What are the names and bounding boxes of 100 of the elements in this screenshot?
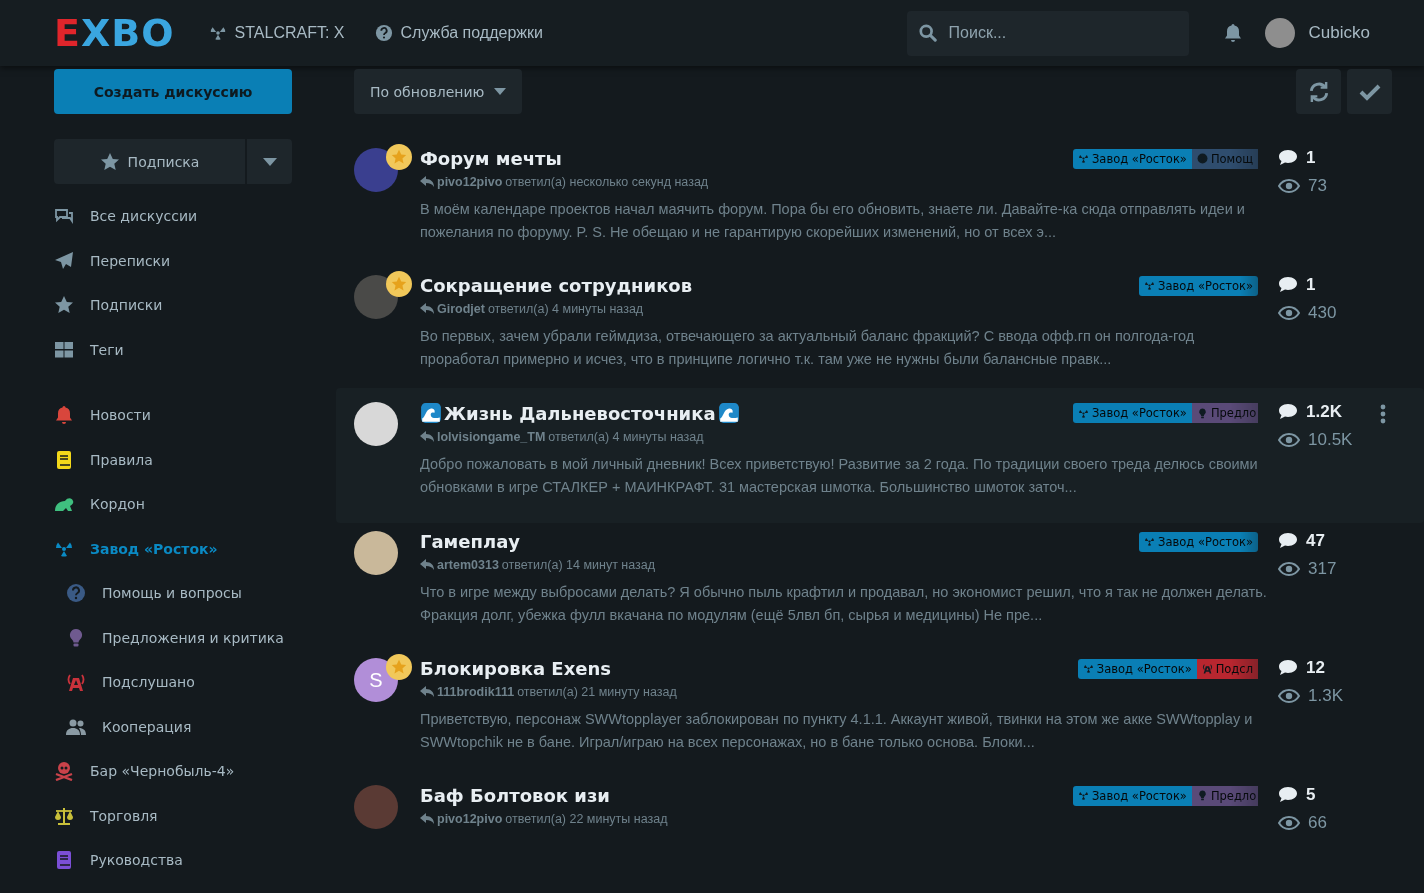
radiation-icon bbox=[1144, 536, 1156, 547]
nav-item[interactable]: Подписки bbox=[54, 283, 292, 328]
reply-icon bbox=[420, 813, 434, 825]
star-icon bbox=[391, 149, 407, 165]
view-count: 73 bbox=[1308, 176, 1327, 196]
discussion-title[interactable]: Жизнь Дальневосточника bbox=[420, 402, 740, 424]
eye-icon bbox=[1278, 306, 1300, 320]
mark-all-read-button[interactable] bbox=[1347, 69, 1392, 114]
username[interactable]: artem0313 bbox=[437, 558, 499, 572]
comment-count: 5 bbox=[1306, 785, 1316, 805]
refresh-icon bbox=[1307, 80, 1330, 103]
dropdown-button[interactable] bbox=[247, 139, 292, 184]
comment-count: 1 bbox=[1306, 275, 1316, 295]
radiation-icon bbox=[1082, 663, 1094, 674]
nav-item[interactable]: Правила bbox=[54, 437, 292, 482]
nav-item[interactable]: Теги bbox=[54, 327, 292, 372]
user-avatar[interactable] bbox=[354, 402, 398, 446]
more-options-icon[interactable] bbox=[1380, 404, 1386, 424]
user-avatar[interactable] bbox=[354, 275, 398, 319]
view-count: 10.5K bbox=[1308, 430, 1353, 450]
discussion-title[interactable]: Сокращение сотрудников bbox=[420, 275, 693, 296]
view-count: 66 bbox=[1308, 813, 1327, 833]
reply-time: ответил(а) 4 минуты назад bbox=[548, 430, 704, 444]
comment-count: 1.2K bbox=[1306, 402, 1342, 422]
bell-icon[interactable] bbox=[1222, 23, 1243, 43]
comment-count: 47 bbox=[1306, 531, 1325, 551]
reply-icon bbox=[420, 686, 434, 698]
nav-item[interactable]: Переписки bbox=[54, 238, 292, 283]
view-count: 1.3K bbox=[1308, 686, 1343, 706]
username[interactable]: pivo12pivo bbox=[437, 175, 503, 189]
lightbulb-icon bbox=[1196, 790, 1208, 801]
discussion-excerpt: В моём календаре проектов начал маячить форум. Пора бы его обновить, знаете ли. Давайте-ка сюда отправлять идеи и пожелания по форуму. P. S. Не обещаю и не гарантирую скорейших изменений, но от всех э... bbox=[420, 200, 1246, 242]
star-icon bbox=[391, 276, 407, 292]
username[interactable]: pivo12pivo bbox=[437, 812, 503, 826]
nav-item[interactable]: Подслушано bbox=[54, 660, 292, 705]
username[interactable]: Girodjet bbox=[437, 302, 485, 316]
discussion-title[interactable]: Форум мечты bbox=[420, 148, 562, 169]
logo[interactable]: EXBO bbox=[54, 14, 175, 52]
nav-item[interactable]: Бар «Чернобыль-4» bbox=[54, 749, 292, 794]
eye-icon bbox=[1278, 433, 1300, 447]
nav-item[interactable]: Предложения и критика bbox=[54, 615, 292, 660]
comment-icon bbox=[1278, 532, 1298, 550]
nav-item[interactable]: Кордон bbox=[54, 482, 292, 527]
reply-icon bbox=[420, 176, 434, 188]
nav-item[interactable]: Новости bbox=[54, 393, 292, 438]
radiation-icon bbox=[1078, 153, 1089, 164]
comment-icon bbox=[1278, 786, 1298, 804]
tag-label[interactable]: Завод «Росток» bbox=[1073, 148, 1192, 169]
header-link[interactable]: Служба поддержки bbox=[374, 24, 543, 42]
subscription-button[interactable]: Подписка bbox=[54, 139, 245, 184]
tag-label[interactable]: Завод «Росток» bbox=[1139, 275, 1258, 296]
user-avatar[interactable] bbox=[354, 148, 398, 192]
discussion-title[interactable]: Баф Болтовок изи bbox=[420, 785, 610, 806]
discussion-title[interactable]: Гамеплау bbox=[420, 531, 521, 552]
radiation-icon bbox=[208, 24, 227, 42]
eye-icon bbox=[1278, 816, 1300, 830]
view-count: 430 bbox=[1308, 303, 1337, 323]
discussion-excerpt: Приветствую, персонаж SWWtopplayer заблокирован по пункту 4.1.1. Аккаунт живой, твинки на этом же акке SWWtopplay и SWWtopchik не в бане. Играл/играю на всех персонажах, но в бане только основа. Блоки... bbox=[420, 710, 1254, 752]
nav-item[interactable]: Кооперация bbox=[54, 704, 292, 749]
create-discussion-button[interactable]: Создать дискуссию bbox=[54, 69, 292, 114]
user-avatar[interactable] bbox=[1264, 18, 1295, 48]
tag-label[interactable]: Завод «Росток» bbox=[1073, 403, 1192, 423]
link-label: STALCRAFT: X bbox=[234, 24, 345, 42]
link-label: Служба поддержки bbox=[400, 24, 543, 42]
username[interactable]: 111brodik111 bbox=[437, 685, 515, 699]
tag-label[interactable]: Завод «Росток» bbox=[1139, 531, 1258, 552]
caret-icon bbox=[494, 88, 507, 95]
sort-dropdown[interactable]: По обновлению bbox=[354, 69, 523, 114]
nav-item[interactable]: Завод «Росток» bbox=[54, 526, 292, 571]
reply-icon bbox=[420, 431, 434, 443]
refresh-button[interactable] bbox=[1296, 69, 1341, 114]
radiation-icon bbox=[1144, 280, 1156, 291]
star-icon bbox=[391, 659, 407, 675]
reply-icon bbox=[420, 303, 434, 315]
reply-time: ответил(а) 4 минуты назад bbox=[487, 302, 644, 316]
radiation-icon bbox=[1078, 790, 1089, 801]
user-avatar[interactable] bbox=[354, 531, 398, 575]
tag-label[interactable]: Завод «Росток» bbox=[1073, 785, 1192, 806]
discussion-row[interactable] bbox=[336, 388, 1424, 523]
discussion-excerpt: Что в игре между выбросами делать? Я обычно пыль крафтил и продавал, но экономист решил, что я так не должен делать. Фракция долг, убежка фулл вкачана по модулям (ещё 5лвл бп, сырья и медицины) Не пре... bbox=[420, 583, 1268, 625]
reply-time: ответил(а) 21 минуту назад bbox=[517, 685, 677, 699]
caret-icon bbox=[262, 157, 277, 166]
username[interactable]: lolvisiongame_TM bbox=[437, 430, 546, 444]
search-field[interactable]: Поиск... bbox=[906, 10, 1189, 56]
header-link[interactable]: STALCRAFT: X bbox=[208, 24, 345, 42]
reply-time: ответил(а) 14 минут назад bbox=[501, 558, 656, 572]
antenna-icon bbox=[1201, 663, 1213, 674]
nav-item[interactable]: Помощь и вопросы bbox=[54, 571, 292, 616]
comment-count: 12 bbox=[1306, 658, 1325, 678]
comment-icon bbox=[1278, 403, 1298, 421]
reply-time: ответил(а) 22 минуты назад bbox=[505, 812, 668, 826]
discussion-title[interactable]: Блокировка Exens bbox=[420, 658, 611, 679]
discussion-row[interactable]: Баф Болтовок изи Завод «Росток» Предло pivo12pivo ответил(а) 22 минуты назад 5 66 bbox=[354, 777, 1392, 893]
view-count: 317 bbox=[1308, 559, 1337, 579]
comment-count: 1 bbox=[1306, 148, 1316, 168]
tag-label[interactable]: Завод «Росток» bbox=[1077, 658, 1197, 679]
username[interactable]: Cubicko bbox=[1308, 23, 1370, 43]
nav-item[interactable]: Руководства bbox=[54, 838, 292, 883]
nav-item[interactable]: Торговля bbox=[54, 793, 292, 838]
nav-item[interactable]: Все дискуссии bbox=[54, 194, 292, 239]
